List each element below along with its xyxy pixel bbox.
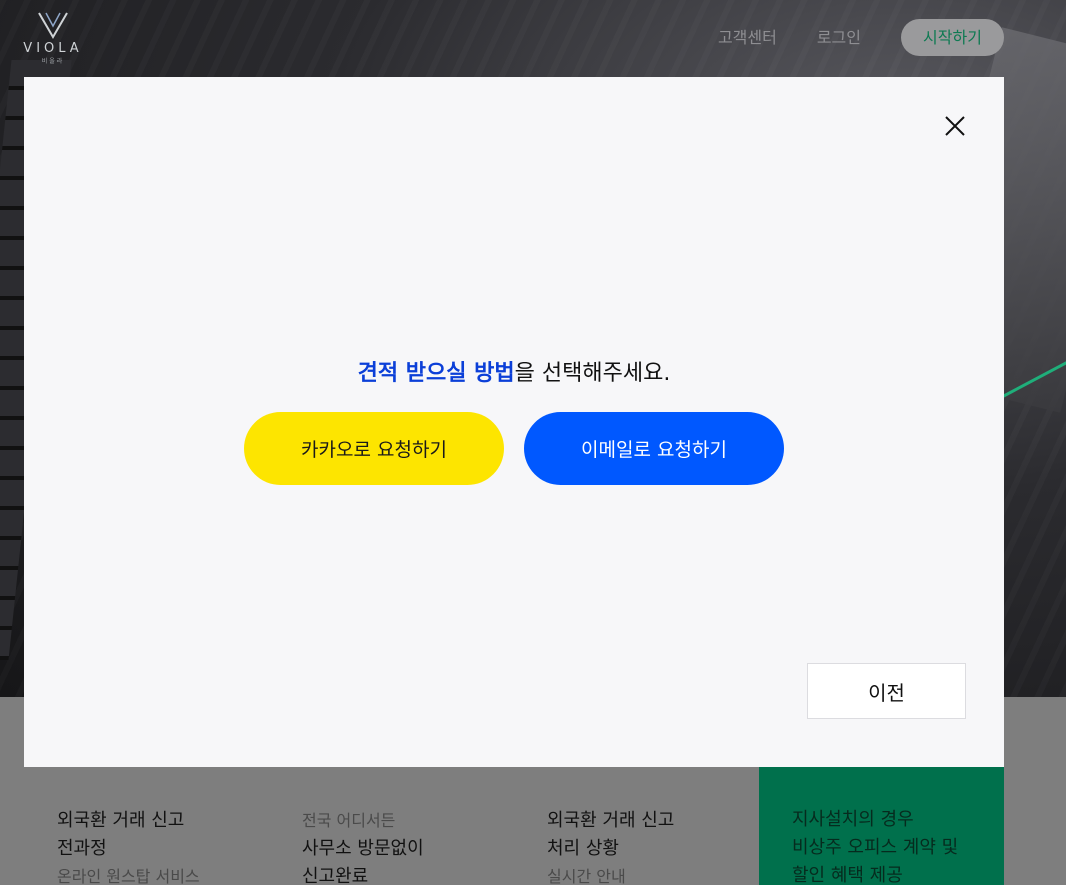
nav-support-link[interactable]: 고객센터 <box>718 20 777 56</box>
feature-subtext: 전국 어디서든 <box>302 811 396 830</box>
prompt-highlight: 견적 받으실 방법 <box>357 361 515 386</box>
feature-line: 사무소 방문없이 <box>302 838 424 859</box>
quote-method-modal: 견적 받으실 방법을 선택해주세요. 카카오로 요청하기 이메일로 요청하기 이… <box>24 77 1004 767</box>
kakao-request-button[interactable]: 카카오로 요청하기 <box>244 412 504 485</box>
feature-line: 외국환 거래 신고 <box>547 810 675 831</box>
feature-item: 외국환 거래 신고 전과정 온라인 원스탑 서비스 <box>57 807 277 885</box>
viola-logo-icon <box>38 12 68 39</box>
nav-login-link[interactable]: 로그인 <box>817 20 861 56</box>
prev-button[interactable]: 이전 <box>807 663 966 719</box>
logo-subtitle: 비올라 <box>41 58 65 65</box>
feature-line: 지사설치의 경우 <box>792 809 914 830</box>
feature-line: 할인 혜택 제공 <box>792 865 903 885</box>
start-button[interactable]: 시작하기 <box>901 19 1004 56</box>
feature-item-highlight: 지사설치의 경우 비상주 오피스 계약 및 할인 혜택 제공 <box>759 767 1004 885</box>
feature-subtext: 실시간 안내 <box>547 867 626 885</box>
modal-prompt: 견적 받으실 방법을 선택해주세요. <box>24 355 1004 387</box>
request-buttons: 카카오로 요청하기 이메일로 요청하기 <box>244 412 784 485</box>
feature-line: 전과정 <box>57 838 107 859</box>
feature-line: 비상주 오피스 계약 및 <box>792 837 959 858</box>
close-icon <box>945 116 965 136</box>
close-button[interactable] <box>942 113 968 139</box>
feature-line: 처리 상황 <box>547 838 619 859</box>
feature-line: 외국환 거래 신고 <box>57 810 185 831</box>
feature-line: 신고완료 <box>302 866 369 885</box>
prompt-text: 을 선택해주세요. <box>514 361 671 386</box>
logo-wordmark: VIOLA <box>23 41 83 56</box>
feature-item: 외국환 거래 신고 처리 상황 실시간 안내 <box>547 807 767 885</box>
top-nav: 고객센터 로그인 시작하기 <box>718 19 1004 56</box>
viola-logo[interactable]: VIOLA 비올라 <box>22 10 84 68</box>
email-request-button[interactable]: 이메일로 요청하기 <box>524 412 784 485</box>
feature-subtext: 온라인 원스탑 서비스 <box>57 867 200 885</box>
feature-item: 전국 어디서든 사무소 방문없이 신고완료 <box>302 807 522 885</box>
